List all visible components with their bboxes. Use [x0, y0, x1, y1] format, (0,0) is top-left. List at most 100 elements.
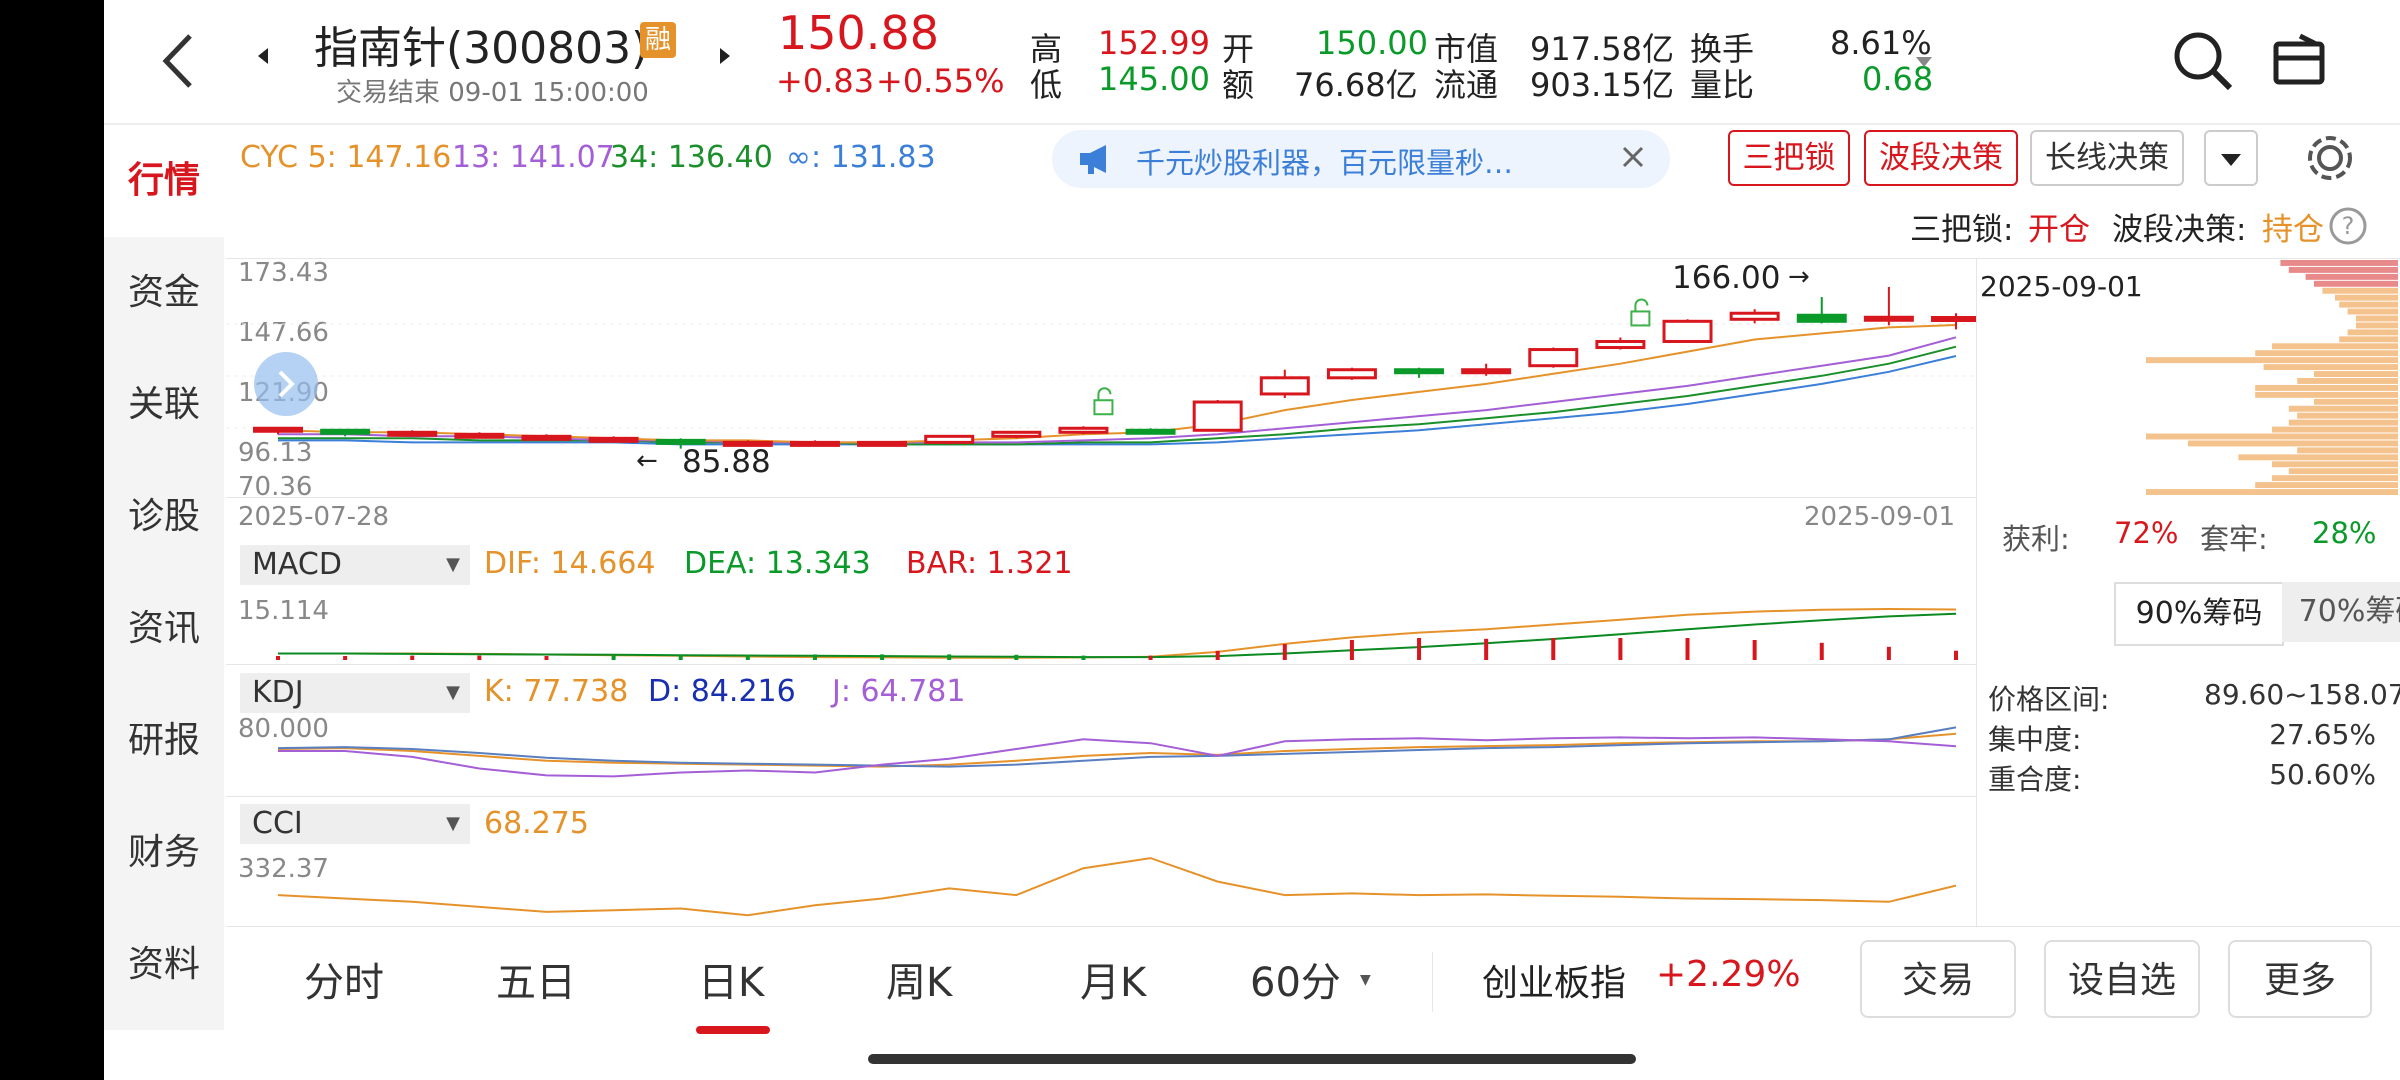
- cycinf-line: [278, 355, 1957, 446]
- candle-body: [1729, 311, 1780, 321]
- band-signal-label: 波段决策:: [2112, 212, 2247, 248]
- macd-bar: [1215, 650, 1220, 660]
- macd-bar: [1752, 640, 1757, 660]
- chip-tab-70[interactable]: 70%筹码: [2282, 582, 2400, 642]
- annot-high-arrow: →: [1788, 262, 1810, 292]
- kdj-selector[interactable]: KDJ ▼: [240, 673, 470, 713]
- macd-dea: DEA: 13.343: [684, 546, 871, 581]
- pan-handle[interactable]: [254, 352, 318, 416]
- chip-bar: [2297, 378, 2398, 384]
- chip-bar: [2272, 475, 2398, 482]
- app-screen: 指南针(300803) 融 交易结束 09-01 15:00:00 150.88…: [104, 0, 2400, 1080]
- help-button[interactable]: ?: [2328, 206, 2368, 250]
- chip-bar: [2280, 260, 2398, 266]
- long-decision-button[interactable]: 长线决策: [2030, 130, 2184, 186]
- add-watchlist-button[interactable]: 设自选: [2044, 940, 2200, 1018]
- chip-bar: [2188, 440, 2398, 447]
- macd-bar: [343, 656, 348, 660]
- macd-bar: [1349, 640, 1354, 660]
- candle-body: [253, 426, 303, 433]
- cyc13-line: [278, 336, 1957, 444]
- chip-trap-value: 28%: [2312, 516, 2377, 550]
- cci-selector[interactable]: CCI ▼: [240, 804, 470, 844]
- macd-bar: [276, 656, 280, 660]
- chip-bar: [2272, 461, 2398, 468]
- candle-body: [924, 434, 975, 444]
- macd-bar: [1618, 638, 1623, 660]
- chip-bar: [2272, 343, 2398, 350]
- unlock-icon: [1630, 310, 1651, 327]
- caret-down-icon: ▼: [446, 682, 460, 703]
- chip-conc-value: 27.65%: [2269, 718, 2376, 751]
- macd-bar: [1484, 638, 1489, 660]
- triangle-down-icon: [2221, 154, 2241, 166]
- caret-down-icon: ▼: [446, 813, 460, 834]
- more-button[interactable]: 更多: [2228, 940, 2372, 1018]
- candle-body: [387, 430, 438, 437]
- chip-profit-value: 72%: [2114, 516, 2179, 550]
- kdj-d-line: [277, 726, 1957, 768]
- tab-daily-k[interactable]: 日K: [698, 950, 764, 1008]
- candle-body: [320, 428, 371, 435]
- candle-body: [1931, 316, 1976, 323]
- chip-bar: [2255, 482, 2398, 489]
- settings-button[interactable]: [2302, 130, 2358, 190]
- tools-dropdown-button[interactable]: [2204, 130, 2258, 186]
- macd-bar: [678, 655, 683, 660]
- kline-chart[interactable]: [104, 0, 1976, 930]
- date-start: 2025-07-28: [238, 502, 390, 532]
- lock-signal-value: 开仓: [2028, 212, 2090, 248]
- annot-low: 85.88: [682, 444, 771, 480]
- macd-bar: [1014, 654, 1019, 660]
- candle-body: [521, 434, 572, 441]
- candle-body: [1528, 348, 1579, 368]
- chip-bar: [2272, 426, 2398, 433]
- chip-panel-divider: [1976, 258, 1977, 926]
- chip-bar: [2339, 336, 2398, 343]
- chip-bar: [2314, 371, 2398, 377]
- search-button[interactable]: [2170, 28, 2236, 98]
- chip-conc-label: 集中度:: [1988, 723, 2082, 756]
- candle-body: [655, 438, 706, 445]
- macd-bar: [544, 656, 549, 660]
- macd-bar: [1551, 638, 1556, 660]
- macd-selector[interactable]: MACD ▼: [240, 545, 470, 585]
- widget-button[interactable]: [2270, 30, 2330, 94]
- chip-bar: [2322, 287, 2398, 294]
- chip-range-label: 价格区间:: [1988, 683, 2110, 716]
- gesture-bar[interactable]: [868, 1054, 1636, 1064]
- candle-body: [1125, 428, 1176, 435]
- macd-dif-line: [278, 607, 1957, 659]
- chip-bar: [2288, 468, 2398, 475]
- cci-axis: 332.37: [238, 854, 329, 884]
- annot-low-arrow: ←: [636, 446, 658, 476]
- date-end: 2025-09-01: [1804, 502, 1956, 532]
- tab-weekly-k[interactable]: 周K: [886, 950, 952, 1008]
- macd-dif: DIF: 14.664: [484, 546, 656, 581]
- help-icon: ?: [2329, 207, 2367, 245]
- unlock-shackle: [1097, 387, 1112, 401]
- trade-button[interactable]: 交易: [1860, 940, 2016, 1018]
- chip-tab-90[interactable]: 90%筹码: [2114, 582, 2284, 646]
- candle-body: [1394, 368, 1445, 375]
- chip-bar: [2238, 454, 2398, 461]
- macd-bar: [1148, 655, 1153, 660]
- unlock-icon: [1093, 399, 1114, 416]
- tab-intraday[interactable]: 分时: [304, 950, 384, 1008]
- tab-60min[interactable]: 60分: [1250, 950, 1341, 1008]
- chip-bar: [2305, 273, 2398, 280]
- chip-profit-label: 获利:: [2002, 522, 2070, 556]
- macd-selector-label: MACD: [252, 547, 342, 582]
- tab-five-day[interactable]: 五日: [496, 950, 576, 1008]
- chip-bar: [2255, 391, 2398, 398]
- band-signal-value: 持仓: [2262, 212, 2324, 248]
- cci-line: [277, 857, 1957, 917]
- bottom-divider: [1432, 952, 1433, 1012]
- annot-high: 166.00: [1672, 260, 1781, 296]
- index-name[interactable]: 创业板指: [1482, 954, 1626, 1006]
- tab-monthly-k[interactable]: 月K: [1080, 950, 1146, 1008]
- chip-bar: [2314, 398, 2398, 405]
- chip-bar: [2356, 315, 2398, 322]
- chip-bar: [2347, 329, 2398, 336]
- macd-bar: [611, 655, 616, 660]
